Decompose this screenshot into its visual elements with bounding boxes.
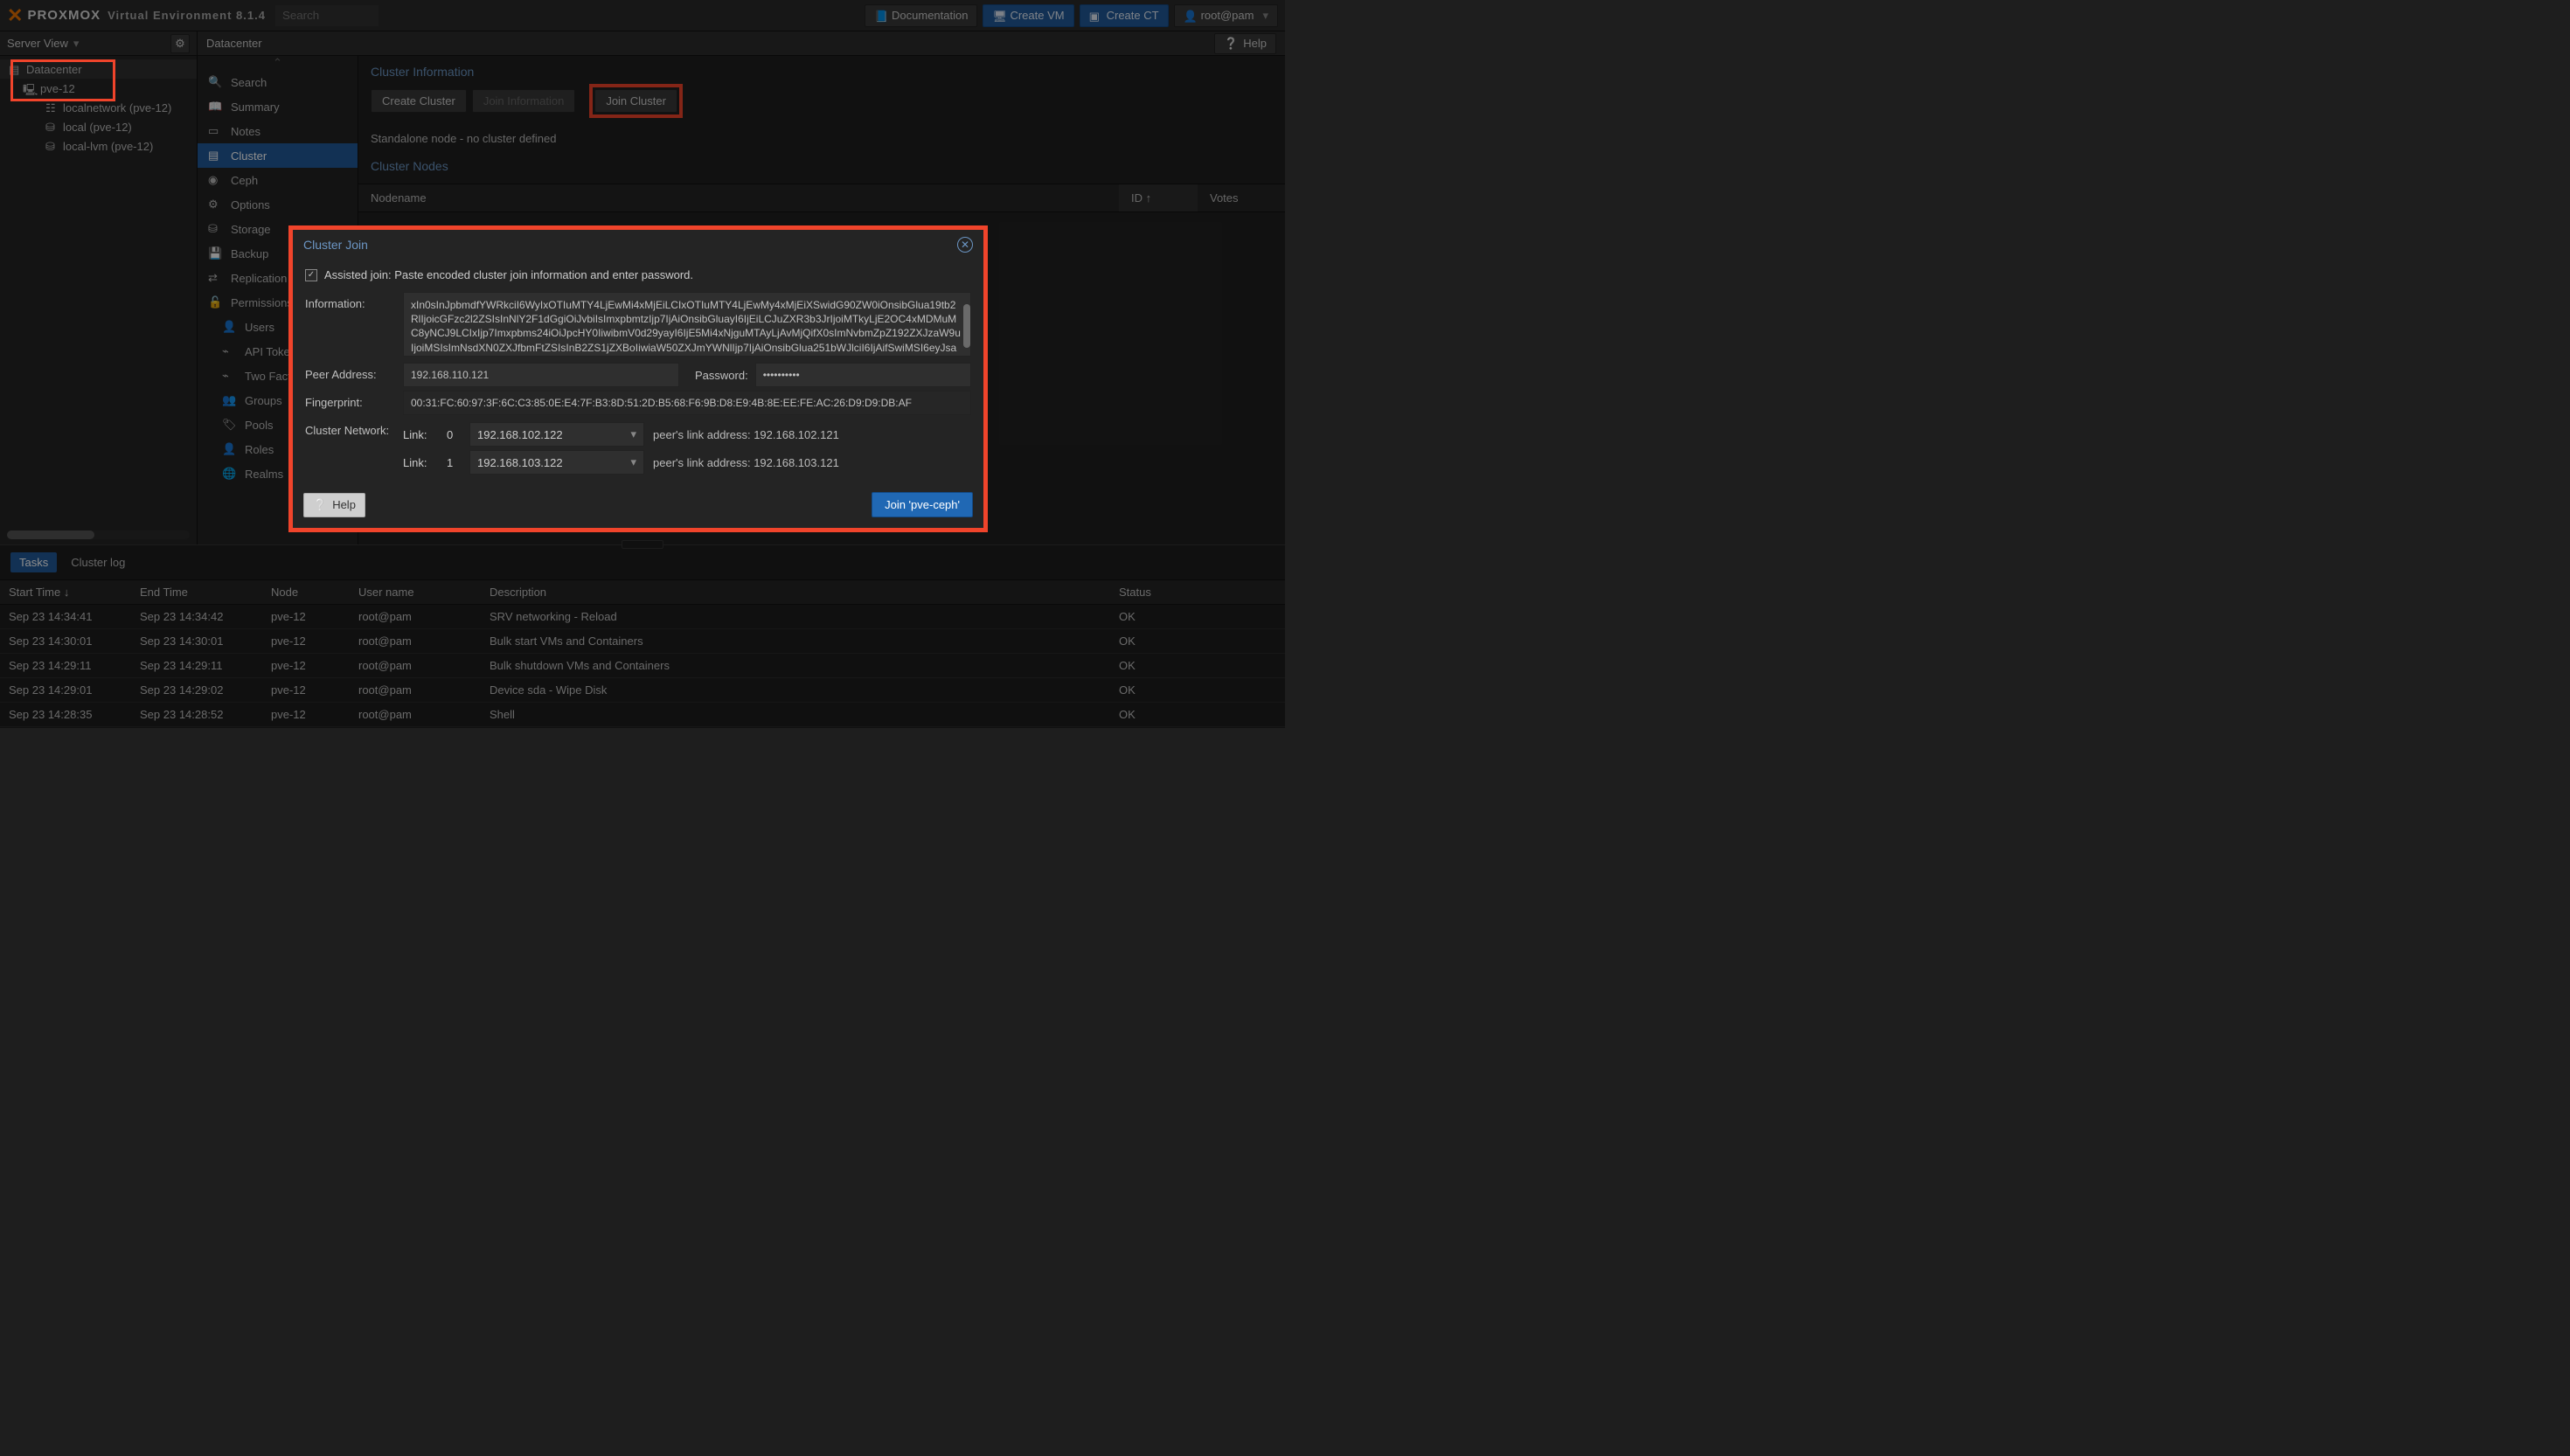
link-address-select[interactable]: 192.168.102.122 ▾ — [469, 422, 644, 447]
modal-close-button[interactable]: ✕ — [957, 237, 973, 253]
highlight-cluster-join-modal: Cluster Join ✕ ✓ Assisted join: Paste en… — [288, 225, 988, 532]
cluster-link-row: Link: 0 192.168.102.122 ▾ peer's link addres… — [403, 422, 971, 447]
join-information-textarea[interactable] — [403, 292, 971, 357]
link-number: 0 — [447, 428, 461, 441]
fingerprint-label: Fingerprint: — [305, 391, 396, 409]
chevron-down-icon: ▾ — [630, 427, 636, 441]
cluster-network-label: Cluster Network: — [305, 419, 396, 437]
link-address-value: 192.168.103.122 — [477, 456, 563, 469]
link-address-value: 192.168.102.122 — [477, 428, 563, 441]
link-number: 1 — [447, 456, 461, 469]
fingerprint-field — [403, 391, 971, 415]
cluster-join-modal: Cluster Join ✕ ✓ Assisted join: Paste en… — [293, 230, 983, 528]
join-submit-button[interactable]: Join 'pve-ceph' — [872, 492, 973, 517]
chevron-down-icon: ▾ — [630, 455, 636, 469]
close-icon: ✕ — [961, 239, 969, 251]
peer-link-address: peer's link address: 192.168.103.121 — [653, 456, 839, 469]
modal-title: Cluster Join — [303, 238, 368, 252]
cluster-link-row: Link: 1 192.168.103.122 ▾ peer's link addres… — [403, 450, 971, 475]
link-address-select[interactable]: 192.168.103.122 ▾ — [469, 450, 644, 475]
peer-address-label: Peer Address: — [305, 363, 396, 381]
textarea-scrollbar[interactable] — [962, 292, 971, 359]
help-icon: ❔ — [313, 498, 327, 512]
peer-link-address: peer's link address: 192.168.102.121 — [653, 428, 839, 441]
password-input[interactable] — [755, 363, 971, 387]
information-label: Information: — [305, 292, 396, 310]
password-label: Password: — [695, 369, 748, 382]
peer-address-input[interactable] — [403, 363, 679, 387]
link-label: Link: — [403, 428, 438, 441]
link-label: Link: — [403, 456, 438, 469]
modal-help-button[interactable]: ❔Help — [303, 493, 365, 517]
assisted-join-checkbox[interactable]: ✓ — [305, 269, 317, 281]
assisted-join-label: Assisted join: Paste encoded cluster joi… — [324, 268, 693, 281]
